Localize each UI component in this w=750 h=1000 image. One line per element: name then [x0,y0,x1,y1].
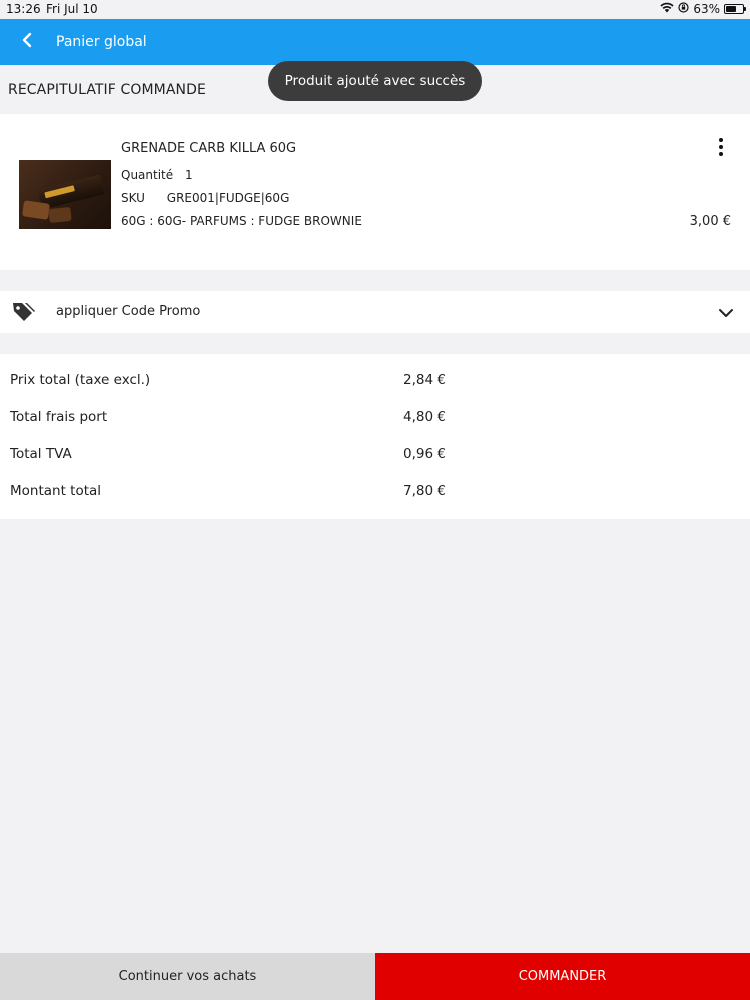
chevron-down-icon[interactable] [718,305,734,319]
back-button[interactable] [4,19,50,65]
wifi-icon [660,2,674,16]
promo-code-row[interactable]: appliquer Code Promo [0,291,750,333]
total-label: Total frais port [10,409,108,425]
product-variant: 60G : 60G- PARFUMS : FUDGE BROWNIE [121,214,362,228]
battery-percent: 63% [693,2,720,16]
total-label: Montant total [10,483,102,499]
page-title: Panier global [56,34,147,50]
more-options-icon[interactable] [714,136,728,158]
toast-message: Produit ajouté avec succès [268,61,482,101]
sku-label: SKU [121,191,145,205]
status-time: 13:26 [6,2,41,16]
total-value: 0,96 € [403,446,446,462]
total-row-grand-total: Montant total 7,80 € [0,465,750,502]
total-label: Total TVA [10,446,72,462]
order-totals: Prix total (taxe excl.) 2,84 € Total fra… [0,354,750,519]
app-header: Panier global [0,19,750,65]
cart-item: GRENADE CARB KILLA 60G Quantité 1 SKU GR… [0,114,750,270]
total-row-shipping: Total frais port 4,80 € [0,391,750,428]
bottom-action-bar: Continuer vos achats COMMANDER [0,953,750,1000]
sku-value: GRE001|FUDGE|60G [166,191,290,205]
quantity-label: Quantité [121,168,174,182]
quantity-value: 1 [184,168,193,182]
product-image[interactable] [19,160,111,229]
product-price: 3,00 € [689,214,731,229]
orientation-lock-icon [678,2,689,16]
order-button[interactable]: COMMANDER [375,953,750,1000]
total-value: 2,84 € [403,372,446,388]
product-quantity: Quantité 1 [121,168,193,182]
total-value: 4,80 € [403,409,446,425]
promo-code-label: appliquer Code Promo [56,304,201,319]
total-row-subtotal: Prix total (taxe excl.) 2,84 € [0,354,750,391]
battery-icon [724,4,746,14]
total-value: 7,80 € [403,483,446,499]
tag-icon [11,300,36,325]
status-date: Fri Jul 10 [46,2,98,16]
status-bar: 13:26 Fri Jul 10 63% [0,0,750,19]
continue-shopping-button[interactable]: Continuer vos achats [0,953,375,1000]
chevron-left-icon [21,32,33,52]
summary-title: RECAPITULATIF COMMANDE [8,82,206,98]
product-name[interactable]: GRENADE CARB KILLA 60G [121,141,296,156]
total-row-vat: Total TVA 0,96 € [0,428,750,465]
product-sku: SKU GRE001|FUDGE|60G [121,191,289,205]
total-label: Prix total (taxe excl.) [10,372,151,388]
status-right: 63% [660,2,746,16]
